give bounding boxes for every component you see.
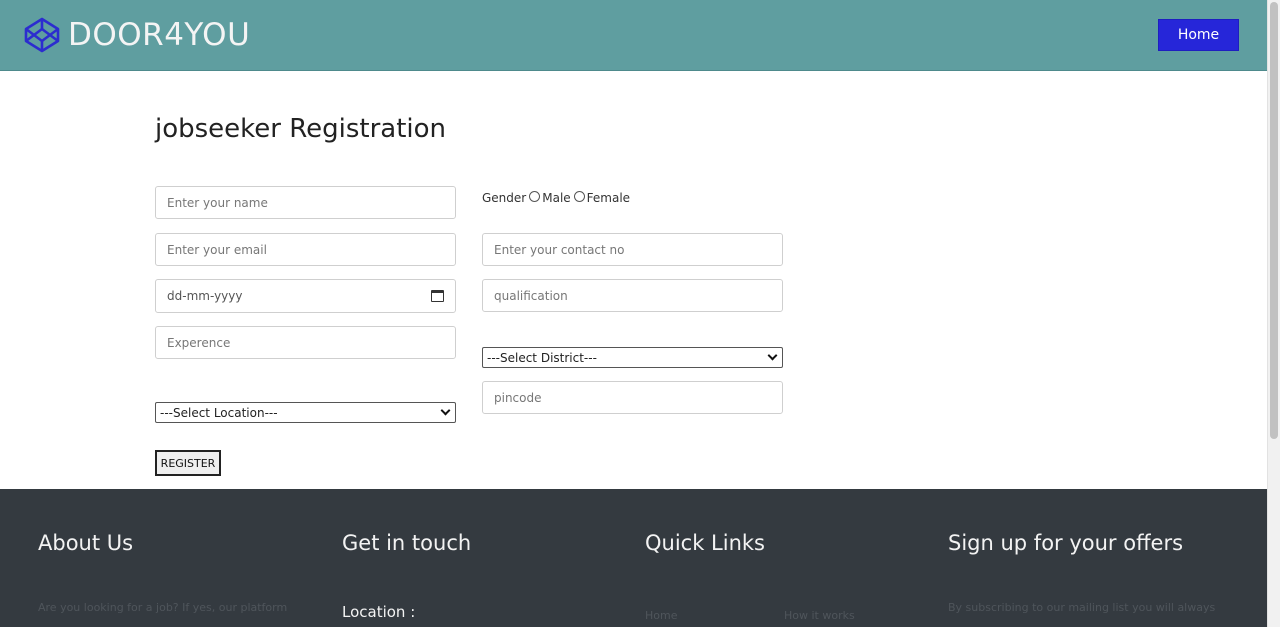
qualification-input[interactable]: [494, 288, 771, 303]
top-navbar: DOOR4YOU Home: [0, 0, 1267, 71]
page: DOOR4YOU Home jobseeker Registration dd-…: [0, 0, 1280, 627]
brand-name: DOOR4YOU: [68, 17, 251, 53]
dob-placeholder: dd-mm-yyyy: [167, 289, 243, 303]
gender-label: Gender: [482, 191, 527, 205]
chevron-down-icon: [440, 405, 451, 416]
experience-input[interactable]: [167, 335, 444, 350]
codepen-cube-icon: [24, 17, 60, 53]
email-field: [155, 233, 456, 266]
district-select-value: ---Select District---: [487, 350, 597, 365]
page-title: jobseeker Registration: [155, 114, 447, 144]
pincode-input[interactable]: [494, 390, 771, 405]
about-heading: About Us: [38, 531, 134, 555]
brand-logo[interactable]: DOOR4YOU: [24, 16, 250, 54]
footer-about: About Us: [38, 529, 133, 557]
experience-field: [155, 326, 456, 359]
register-button[interactable]: REGISTER: [155, 450, 221, 476]
female-label: Female: [586, 191, 631, 205]
location-label: Location :: [342, 603, 416, 621]
email-input[interactable]: [167, 242, 444, 257]
scrollbar-thumb[interactable]: [1270, 2, 1278, 439]
location-select[interactable]: ---Select Location---: [155, 402, 456, 423]
footer-contact: Get in touch: [342, 529, 471, 557]
calendar-icon[interactable]: [431, 290, 444, 302]
footer-links: Quick Links: [645, 529, 765, 557]
home-button[interactable]: Home: [1158, 19, 1239, 51]
name-field: [155, 186, 456, 219]
gender-group: Gender Male Female: [482, 188, 630, 208]
page-scrollbar[interactable]: [1267, 0, 1280, 627]
male-label: Male: [542, 191, 571, 205]
name-input[interactable]: [167, 195, 444, 210]
contact-heading: Get in touch: [342, 531, 472, 555]
links-heading: Quick Links: [645, 531, 766, 555]
location-select-value: ---Select Location---: [160, 405, 278, 420]
pincode-field: [482, 381, 783, 414]
footer-link-how-it-works[interactable]: How it works: [784, 609, 855, 622]
chevron-down-icon: [767, 350, 778, 361]
female-radio[interactable]: [573, 191, 585, 202]
offers-heading: Sign up for your offers: [948, 531, 1184, 555]
contact-input[interactable]: [494, 242, 771, 257]
qualification-field: [482, 279, 783, 312]
dob-field[interactable]: dd-mm-yyyy: [155, 279, 456, 313]
offers-text: By subscribing to our mailing list you w…: [948, 601, 1216, 614]
contact-field: [482, 233, 783, 266]
about-text: Are you looking for a job? If yes, our p…: [38, 601, 288, 614]
district-select[interactable]: ---Select District---: [482, 347, 783, 368]
footer-link-home[interactable]: Home: [645, 609, 677, 622]
footer: About Us Are you looking for a job? If y…: [0, 489, 1267, 627]
footer-offers: Sign up for your offers: [948, 529, 1183, 557]
male-radio[interactable]: [529, 191, 541, 202]
